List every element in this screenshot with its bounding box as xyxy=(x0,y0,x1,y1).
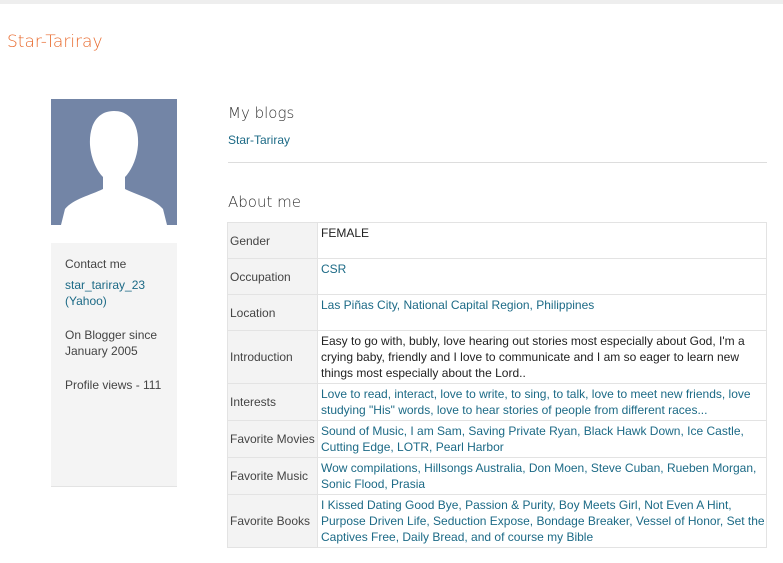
row-value-introduction: Easy to go with, bubly, love hearing out… xyxy=(317,330,767,384)
table-row: Occupation CSR xyxy=(227,258,767,295)
books-links[interactable]: I Kissed Dating Good Bye, Passion & Puri… xyxy=(321,498,765,544)
profile-sidebar: Contact me star_tariray_23 (Yahoo) On Bl… xyxy=(51,243,177,487)
contact-yahoo-link[interactable]: star_tariray_23 (Yahoo) xyxy=(65,277,165,309)
my-blogs-heading: My blogs xyxy=(228,104,295,122)
location-link[interactable]: Las Piñas City, National Capital Region,… xyxy=(321,298,594,312)
music-links[interactable]: Wow compilations, Hillsongs Australia, D… xyxy=(321,461,756,491)
row-label-gender: Gender xyxy=(227,222,318,259)
about-table: Gender FEMALE Occupation CSR Location La… xyxy=(227,222,767,548)
profile-views: Profile views - 111 xyxy=(65,378,162,392)
row-label-books: Favorite Books xyxy=(227,494,318,548)
row-value-location-cell: Las Piñas City, National Capital Region,… xyxy=(317,294,767,331)
blogger-since: On Blogger since January 2005 xyxy=(65,328,158,358)
person-silhouette-icon xyxy=(61,111,167,225)
row-label-music: Favorite Music xyxy=(227,457,318,495)
row-value-gender: FEMALE xyxy=(317,222,767,259)
table-row: Introduction Easy to go with, bubly, lov… xyxy=(227,330,767,384)
table-row: Favorite Movies Sound of Music, I am Sam… xyxy=(227,420,767,458)
about-me-heading: About me xyxy=(228,193,301,211)
row-label-movies: Favorite Movies xyxy=(227,420,318,458)
interests-links[interactable]: Love to read, interact, love to write, t… xyxy=(321,387,751,417)
row-value-movies-cell: Sound of Music, I am Sam, Saving Private… xyxy=(317,420,767,458)
table-row: Favorite Books I Kissed Dating Good Bye,… xyxy=(227,494,767,548)
table-row: Favorite Music Wow compilations, Hillson… xyxy=(227,457,767,495)
table-row: Gender FEMALE xyxy=(227,222,767,259)
contact-label: Contact me xyxy=(65,257,127,271)
table-row: Location Las Piñas City, National Capita… xyxy=(227,294,767,331)
site-title-link[interactable]: Star-Tariray xyxy=(7,32,103,52)
row-label-interests: Interests xyxy=(227,383,318,421)
row-label-occupation: Occupation xyxy=(227,258,318,295)
section-divider xyxy=(228,162,767,163)
occupation-link[interactable]: CSR xyxy=(321,262,346,276)
movies-links[interactable]: Sound of Music, I am Sam, Saving Private… xyxy=(321,424,744,454)
blog-link[interactable]: Star-Tariray xyxy=(228,133,290,147)
row-label-introduction: Introduction xyxy=(227,330,318,384)
row-value-interests-cell: Love to read, interact, love to write, t… xyxy=(317,383,767,421)
table-row: Interests Love to read, interact, love t… xyxy=(227,383,767,421)
row-value-books-cell: I Kissed Dating Good Bye, Passion & Puri… xyxy=(317,494,767,548)
row-label-location: Location xyxy=(227,294,318,331)
row-value-occupation-cell: CSR xyxy=(317,258,767,295)
profile-avatar xyxy=(51,99,177,225)
row-value-music-cell: Wow compilations, Hillsongs Australia, D… xyxy=(317,457,767,495)
top-bar xyxy=(0,0,783,4)
